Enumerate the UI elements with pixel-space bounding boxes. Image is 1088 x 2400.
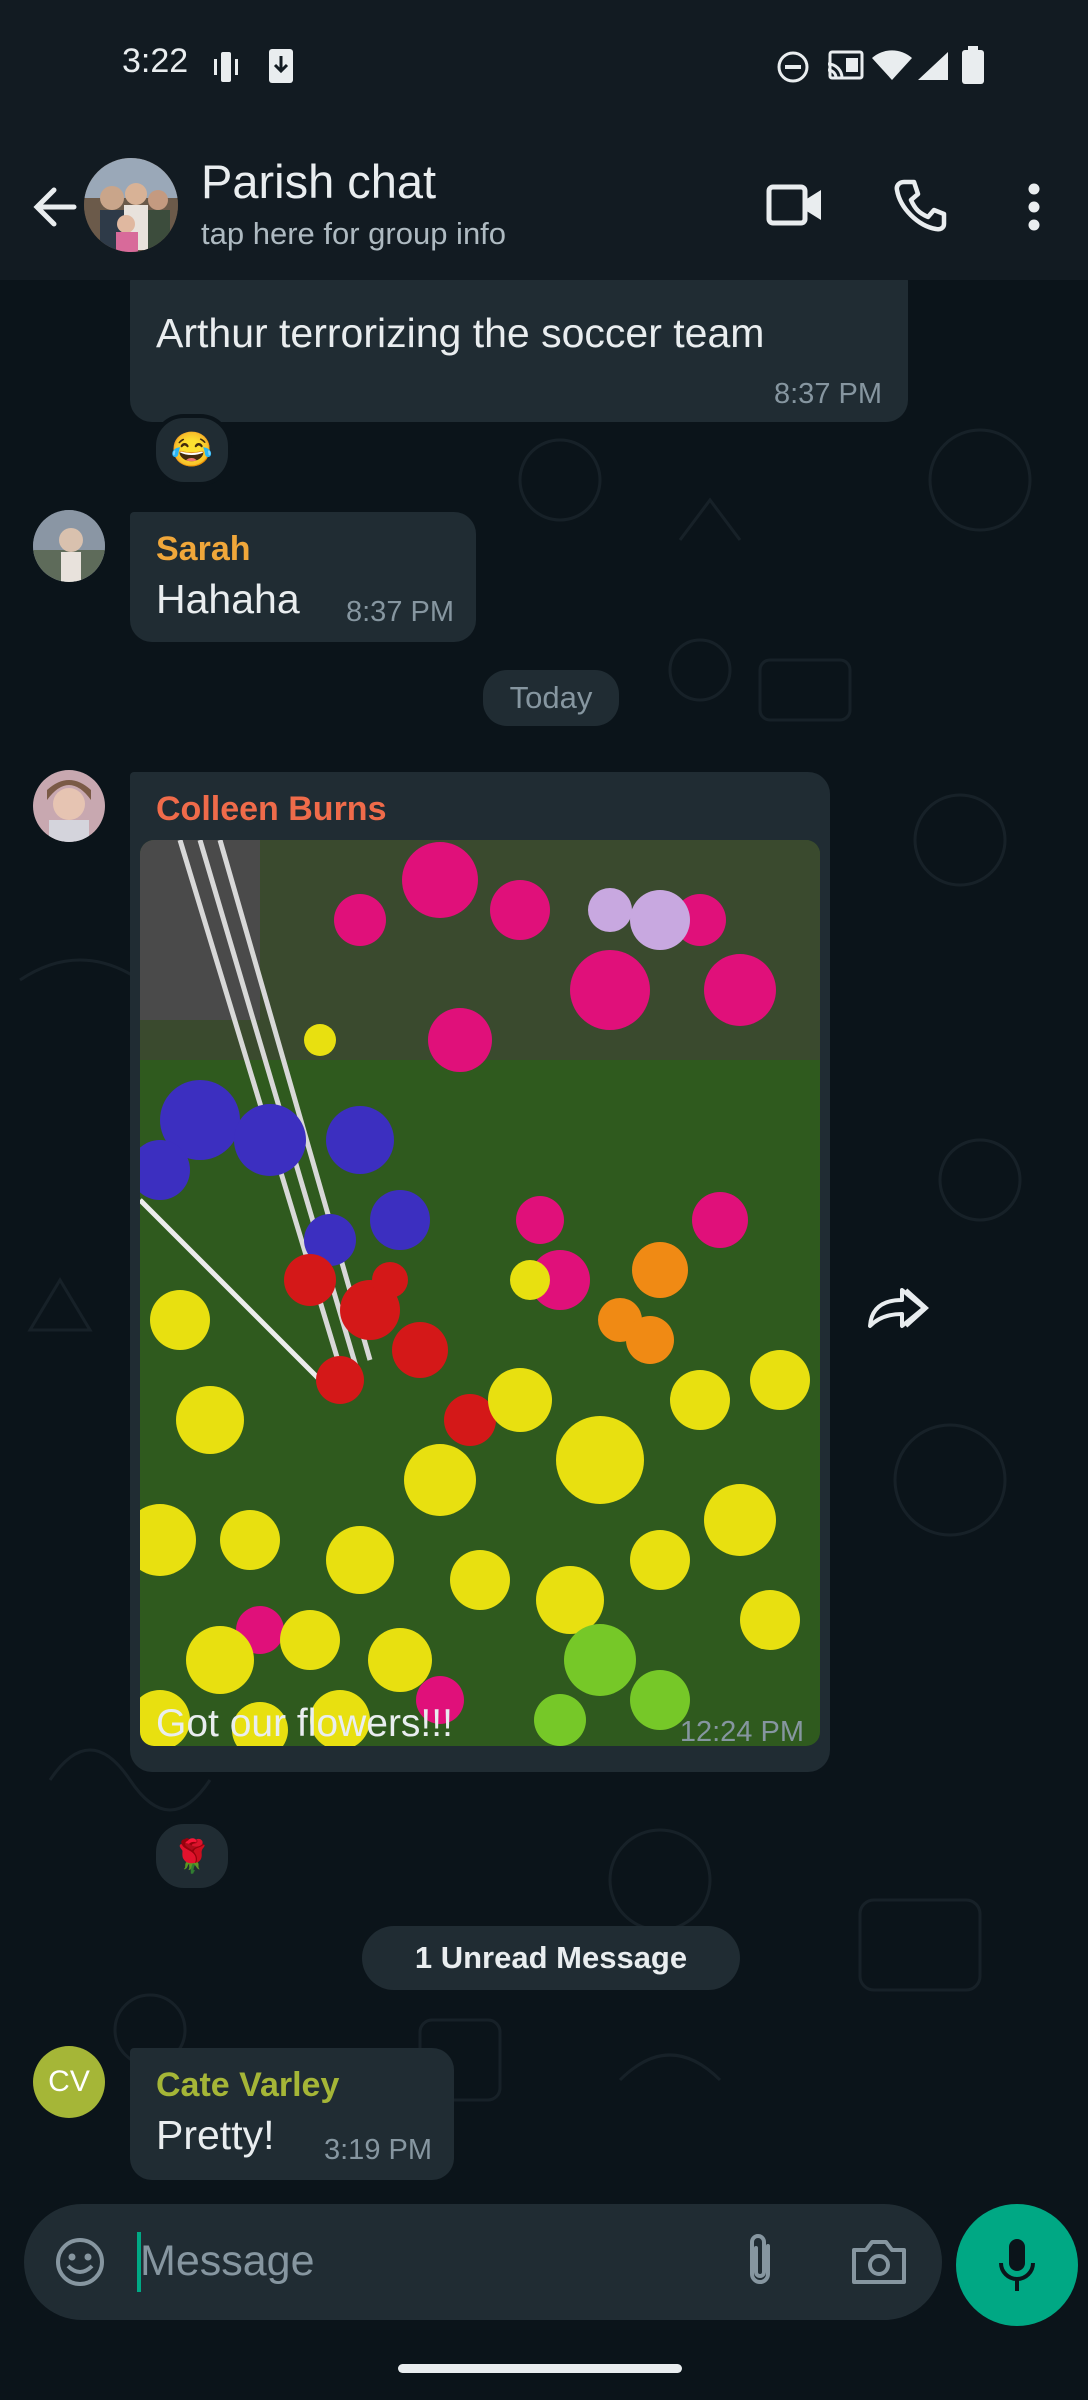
avatar-cate[interactable]: CV [33, 2046, 105, 2118]
message-time: 8:37 PM [346, 596, 454, 628]
message-bubble[interactable]: Arthur terrorizing the soccer team 8:37 … [130, 280, 908, 422]
laughing-emoji: 😂 [170, 431, 214, 469]
status-bar: 3:22 [0, 0, 1088, 140]
message-time: 12:24 PM [679, 1716, 804, 1748]
wifi-icon [872, 50, 912, 80]
message-text: Hahaha [156, 576, 300, 622]
unread-divider: 1 Unread Message [362, 1926, 740, 1990]
flowers-photo[interactable] [140, 840, 820, 1746]
home-gesture-bar[interactable] [398, 2364, 682, 2373]
microphone-icon [999, 2239, 1035, 2291]
message-caption: Arthur terrorizing the soccer team [156, 310, 765, 356]
image-message-bubble[interactable]: Colleen Burns Got our flowers!!! 12:24 P… [130, 772, 830, 1772]
sender-name[interactable]: Cate Varley [156, 2066, 339, 2105]
attach-icon[interactable] [740, 2232, 780, 2290]
date-divider-label: Today [509, 680, 593, 715]
group-name[interactable]: Parish chat [201, 154, 436, 209]
reaction-badge[interactable]: 🌹 [152, 1820, 232, 1892]
battery-icon [962, 46, 984, 84]
back-arrow-icon[interactable] [30, 182, 80, 232]
avatar-initials: CV [48, 2065, 90, 2098]
signal-icon [918, 52, 948, 80]
download-notification-icon [269, 49, 293, 83]
video-call-icon[interactable] [766, 182, 824, 228]
reaction-badge[interactable]: 😂 [152, 414, 232, 486]
voice-message-button[interactable] [956, 2204, 1078, 2326]
message-list[interactable]: Arthur terrorizing the soccer team 8:37 … [0, 280, 1088, 2195]
camera-icon[interactable] [850, 2236, 908, 2286]
message-time: 3:19 PM [324, 2134, 432, 2166]
voice-call-icon[interactable] [894, 178, 948, 232]
vibrate-icon [214, 52, 238, 82]
rose-emoji: 🌹 [172, 1838, 212, 1874]
message-time: 8:37 PM [774, 378, 882, 410]
sender-name[interactable]: Colleen Burns [156, 790, 386, 829]
chat-header[interactable]: Parish chat tap here for group info [0, 140, 1088, 280]
emoji-icon[interactable] [54, 2236, 106, 2288]
date-divider: Today [483, 670, 619, 726]
message-input[interactable]: Message [140, 2237, 314, 2286]
overflow-menu-icon[interactable] [1024, 182, 1044, 232]
do-not-disturb-icon [777, 51, 809, 83]
unread-divider-label: 1 Unread Message [414, 1940, 688, 1975]
message-bubble[interactable]: Sarah Hahaha 8:37 PM [130, 512, 476, 642]
forward-icon[interactable] [866, 1282, 930, 1330]
avatar-sarah[interactable] [33, 510, 105, 582]
sender-name[interactable]: Sarah [156, 530, 251, 569]
message-bubble[interactable]: Cate Varley Pretty! 3:19 PM [130, 2048, 454, 2180]
avatar-colleen[interactable] [33, 770, 105, 842]
message-text: Pretty! [156, 2112, 275, 2158]
cast-icon [827, 50, 864, 80]
group-info-hint[interactable]: tap here for group info [201, 216, 506, 252]
message-caption: Got our flowers!!! [156, 1702, 453, 1745]
group-avatar[interactable] [84, 158, 178, 252]
status-time: 3:22 [122, 42, 189, 80]
